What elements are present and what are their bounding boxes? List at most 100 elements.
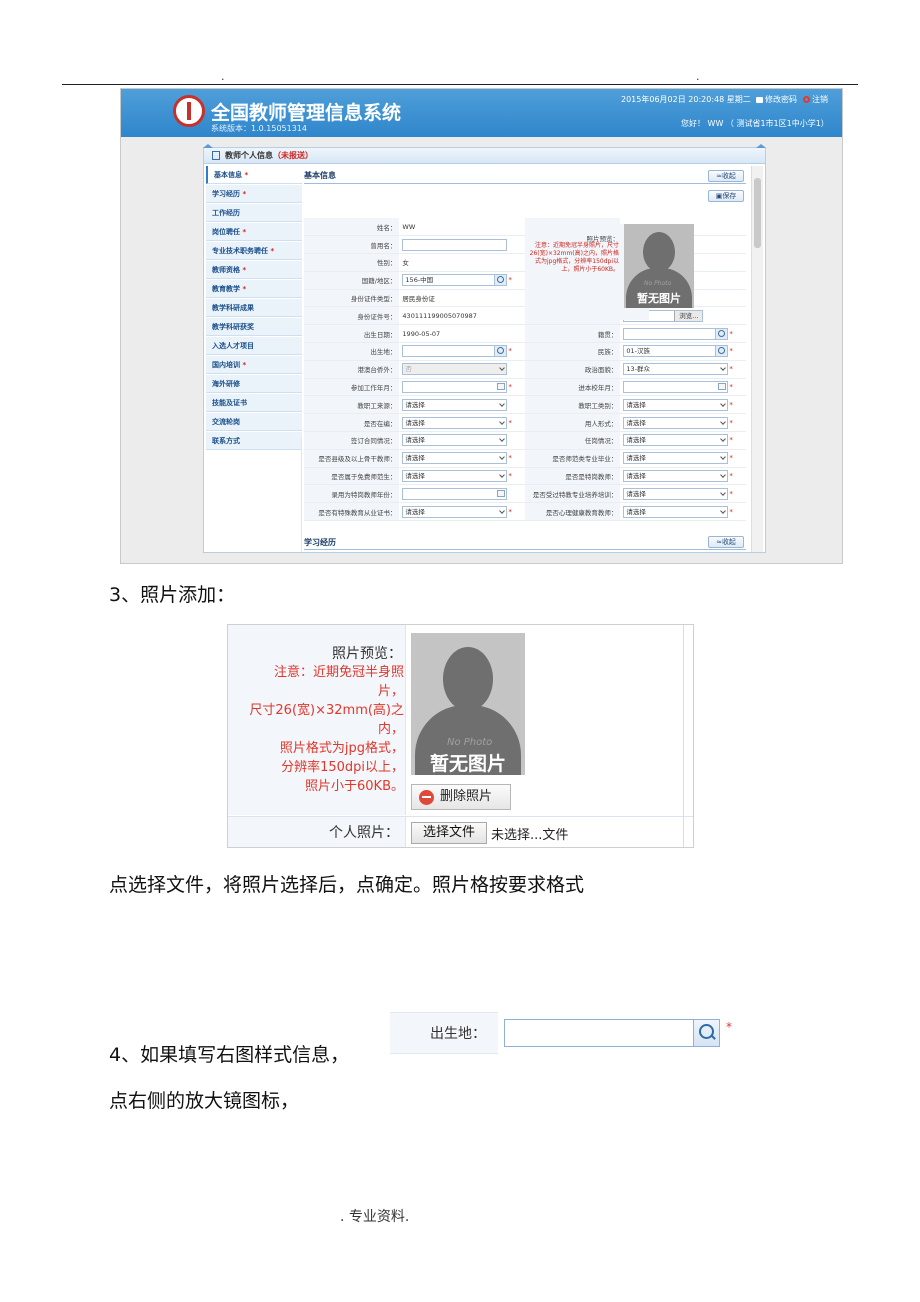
sidebar-item-talent[interactable]: 入选人才项目	[206, 337, 302, 355]
change-password-link[interactable]: 修改密码	[756, 94, 797, 105]
collapse-button-study[interactable]: ≈收起	[708, 536, 744, 548]
calendar-icon[interactable]	[497, 383, 506, 391]
chevron-down-icon	[499, 454, 506, 461]
select-field[interactable]: 请选择	[623, 487, 729, 500]
chevron-down-icon	[720, 507, 727, 514]
input-field: 否	[402, 363, 508, 376]
input-field[interactable]	[623, 327, 729, 340]
sidebar-item-basic-info[interactable]: 基本信息 *	[206, 166, 302, 184]
sidebar-item-overseas[interactable]: 海外研修	[206, 375, 302, 393]
sidebar-item-research-awards[interactable]: 教学科研获奖	[206, 318, 302, 336]
required-mark: *	[726, 1020, 732, 1034]
select-field[interactable]: 请选择	[623, 398, 729, 411]
sidebar-item-skills[interactable]: 技能及证书	[206, 394, 302, 412]
save-button[interactable]: ▣保存	[708, 190, 744, 202]
chevron-down-icon	[499, 365, 506, 372]
magnifier-icon[interactable]	[494, 275, 507, 286]
screenshot-teacher-info-form: 全国教师管理信息系统 系统版本：1.0.15051314 2015年06月02日…	[120, 88, 843, 564]
form-row: 是否有特殊教育从业证书： 请选择 * 是否心理健康教育教师： 请选择 *	[304, 502, 746, 522]
chevron-down-icon	[499, 436, 506, 443]
vertical-scrollbar[interactable]	[751, 166, 763, 552]
sidebar-item-teaching[interactable]: 教育教学 *	[206, 280, 302, 298]
select-field[interactable]: 请选择	[623, 416, 729, 429]
header-dot-left: .	[221, 70, 225, 83]
required-mark: *	[729, 472, 733, 481]
delete-photo-button[interactable]: 删除照片	[411, 784, 511, 810]
field-label: 姓名：	[304, 218, 400, 237]
field-label: 是否心理健康教育教师：	[524, 502, 621, 522]
sidebar-item-study[interactable]: 学习经历 *	[206, 185, 302, 203]
field-value: 430111199005070987	[402, 311, 477, 320]
chevron-down-icon	[720, 472, 727, 478]
input-field[interactable]	[402, 238, 508, 251]
app-version: 系统版本：1.0.15051314	[211, 124, 307, 133]
chevron-down-icon	[499, 418, 506, 425]
field-label: 曾用名：	[304, 235, 400, 255]
collapse-button[interactable]: ≈收起	[708, 170, 744, 182]
sidebar-item-title[interactable]: 专业技术职务聘任 *	[206, 242, 302, 260]
select-field[interactable]: 请选择	[402, 398, 508, 411]
select-field[interactable]: 请选择	[402, 470, 508, 483]
birthplace-input[interactable]	[504, 1019, 720, 1047]
select-field[interactable]: 请选择	[402, 416, 508, 429]
select-field[interactable]: 13-群众	[623, 363, 729, 376]
choose-file-button[interactable]: 选择文件	[411, 822, 487, 844]
input-field[interactable]: 156-中国	[402, 274, 508, 287]
field-label: 出生日期：	[304, 324, 400, 344]
section3-title: 3、照片添加：	[109, 584, 236, 606]
required-mark: *	[729, 454, 733, 463]
header-datetime: 2015年06月02日 20:20:48 星期二	[621, 95, 751, 104]
form-row: 教职工来源： 请选择 教职工类别： 请选择 *	[304, 395, 746, 415]
select-field[interactable]: 请选择	[623, 452, 729, 465]
calendar-icon[interactable]	[497, 489, 506, 497]
sidebar-item-work[interactable]: 工作经历	[206, 204, 302, 222]
input-field[interactable]: 01-汉族	[623, 345, 729, 358]
basic-info-tab[interactable]: 基本信息	[304, 170, 336, 181]
chevron-down-icon	[499, 507, 506, 514]
select-field[interactable]: 请选择	[402, 505, 508, 518]
sidebar-item-qualification[interactable]: 教师资格 *	[206, 261, 302, 279]
sidebar-item-post[interactable]: 岗位聘任 *	[206, 223, 302, 241]
photo-preview-cell: 照片预览： 注意：近期免冠半身照片，尺寸26(宽)×32mm(高)之内，照片格式…	[525, 224, 694, 320]
field-label: 教职工来源：	[304, 395, 400, 415]
greeting-text: 您好！ WW （ 测试省1市1区1中小学1）	[681, 119, 829, 128]
field-label: 是否师范类专业毕业：	[524, 449, 621, 468]
chevron-down-icon	[499, 401, 506, 407]
magnifier-icon[interactable]	[494, 346, 507, 357]
required-mark: *	[729, 383, 733, 392]
required-mark: *	[729, 418, 733, 427]
field-value: 1990-05-07	[402, 329, 441, 338]
sidebar-item-domestic-training[interactable]: 国内培训 *	[206, 356, 302, 374]
input-field[interactable]	[402, 487, 508, 500]
field-value: WW	[402, 222, 416, 231]
input-field[interactable]	[402, 381, 508, 394]
magnifier-icon[interactable]	[693, 1020, 719, 1046]
field-label: 教职工类别：	[524, 395, 621, 415]
field-label: 是否受过特教专业培养培训：	[524, 484, 621, 504]
select-field[interactable]: 请选择	[402, 452, 508, 465]
calendar-icon[interactable]	[718, 383, 727, 391]
browse-button[interactable]: 浏览...	[674, 310, 703, 321]
study-tab[interactable]: 学习经历	[304, 537, 336, 548]
field-label: 是否属于免费师范生：	[304, 467, 400, 486]
screenshot-photo-upload: 照片预览： 注意：近期免冠半身照 片， 尺寸26(宽)×32mm(高)之 内， …	[227, 624, 694, 848]
sidebar-item-research-results[interactable]: 教学科研成果	[206, 299, 302, 317]
required-mark: *	[508, 454, 512, 463]
magnifier-icon[interactable]	[715, 346, 728, 357]
logout-link[interactable]: 注销	[803, 94, 828, 105]
field-label: 民族：	[524, 342, 621, 361]
page-footer: . 专业资料.	[340, 1209, 410, 1225]
sidebar-item-exchange[interactable]: 交流轮岗	[206, 413, 302, 431]
select-field[interactable]: 请选择	[623, 505, 729, 518]
input-field[interactable]	[402, 345, 508, 358]
required-mark: *	[729, 489, 733, 498]
photo-placeholder: No Photo 暂无图片	[411, 633, 525, 775]
select-field[interactable]: 请选择	[623, 470, 729, 483]
input-field[interactable]	[623, 381, 729, 394]
app-logo-icon	[173, 95, 205, 127]
field-label: 是否在编：	[304, 413, 400, 433]
select-field[interactable]: 请选择	[402, 434, 508, 447]
select-field[interactable]: 请选择	[623, 434, 729, 447]
magnifier-icon[interactable]	[715, 328, 728, 339]
field-label: 是否县级及以上骨干教师：	[304, 449, 400, 468]
